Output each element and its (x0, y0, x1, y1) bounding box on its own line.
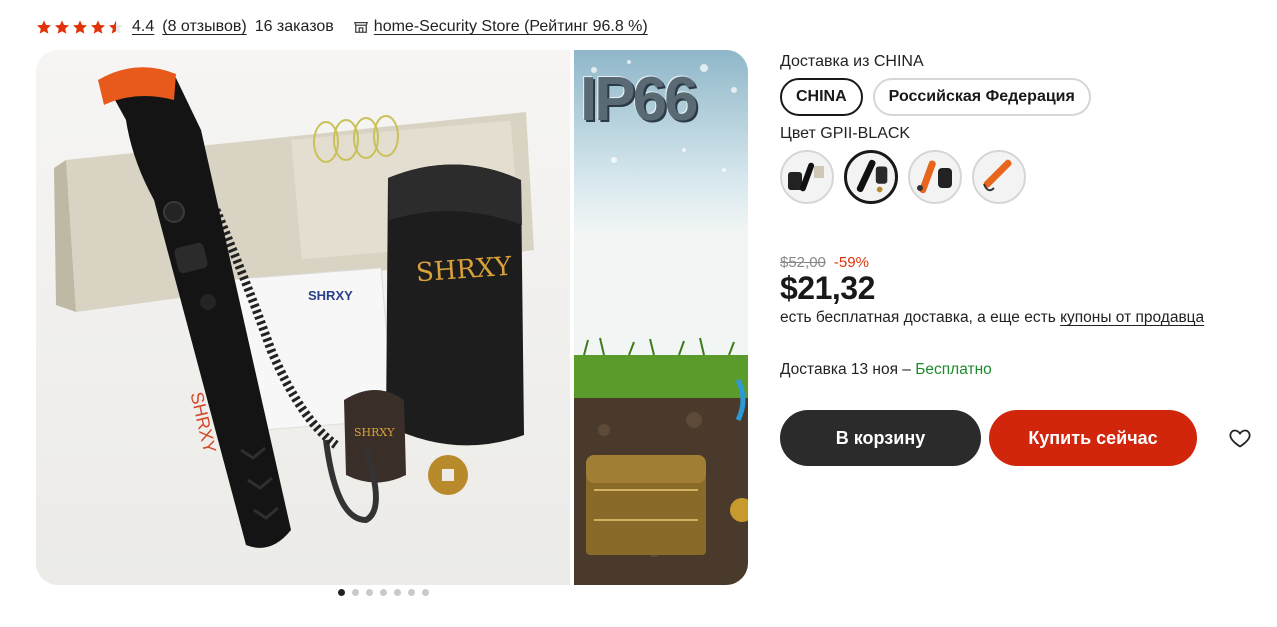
delivery-info: Доставка 13 ноя – Бесплатно (780, 361, 992, 379)
rating-score[interactable]: 4.4 (132, 18, 154, 36)
star-half-icon (109, 20, 123, 34)
ship-option-russia[interactable]: Российская Федерация (872, 78, 1091, 116)
delivery-date: Доставка 13 ноя – (780, 361, 916, 378)
star-icon (91, 20, 105, 34)
ship-option-china[interactable]: CHINA (780, 78, 863, 116)
swatch-black-kit[interactable] (780, 150, 834, 204)
orders-count: 16 заказов (254, 18, 334, 35)
swatch-black-probe[interactable] (844, 150, 898, 204)
rating-stars (36, 19, 124, 35)
gallery-dot[interactable] (394, 589, 401, 596)
reviews-link[interactable]: (8 отзывов) (162, 18, 246, 36)
shipping-from-label: Доставка из CHINA (780, 53, 924, 70)
old-price-row: $52,00 -59% (780, 254, 869, 271)
gallery-dot[interactable] (422, 589, 429, 596)
shipping-options: CHINA Российская Федерация (780, 78, 1260, 116)
color-swatches (780, 150, 1260, 204)
store-icon (353, 21, 368, 33)
star-icon (37, 20, 51, 34)
buy-now-button[interactable]: Купить сейчас (989, 410, 1197, 466)
brand-manual-label: SHRXY (308, 288, 353, 303)
free-shipping-text: есть бесплатная доставка, а еще есть (780, 309, 1061, 326)
delivery-free: Бесплатно (915, 361, 992, 378)
old-price: $52,00 (780, 254, 826, 271)
product-black-kit-icon (788, 162, 824, 192)
product-gallery[interactable]: SHRXY SHRXY SHRXY SHRXY IP66 (36, 50, 748, 585)
color-label: Цвет GPII-BLACK (780, 125, 911, 142)
star-icon (55, 20, 69, 34)
star-icon (73, 20, 87, 34)
gallery-dot[interactable] (408, 589, 415, 596)
metal-detector-kit-image (54, 67, 534, 548)
product-options-panel: Доставка из CHINA CHINA Российская Федер… (780, 50, 1260, 466)
store-link[interactable]: home-Security Store (Рейтинг 96.8 %) (374, 18, 648, 36)
free-shipping-note: есть бесплатная доставка, а еще есть куп… (780, 309, 1204, 327)
product-black-probe-icon (856, 159, 888, 193)
gallery-dot[interactable] (338, 589, 345, 596)
swatch-orange-probe[interactable] (972, 150, 1026, 204)
rating-bar: 4.4 (8 отзывов) 16 заказов home-Security… (36, 14, 648, 40)
product-photo-side[interactable]: IP66 (574, 50, 748, 585)
product-orange-kit-icon (917, 160, 952, 194)
ip66-label: IP66 (580, 65, 699, 134)
seller-coupons-link[interactable]: купоны от продавца (1060, 309, 1204, 326)
gallery-dot[interactable] (366, 589, 373, 596)
current-price: $21,32 (780, 270, 875, 306)
swatch-orange-kit[interactable] (908, 150, 962, 204)
brand-small-pouch-label: SHRXY (354, 426, 395, 439)
heart-icon[interactable] (1228, 426, 1252, 450)
product-photo-main[interactable]: SHRXY SHRXY SHRXY SHRXY (36, 50, 570, 585)
discount-badge: -59% (833, 254, 869, 271)
gallery-dot[interactable] (352, 589, 359, 596)
product-orange-probe-icon (983, 159, 1012, 192)
gallery-dot[interactable] (380, 589, 387, 596)
add-to-cart-button[interactable]: В корзину (780, 410, 981, 466)
gallery-dots (338, 589, 429, 596)
